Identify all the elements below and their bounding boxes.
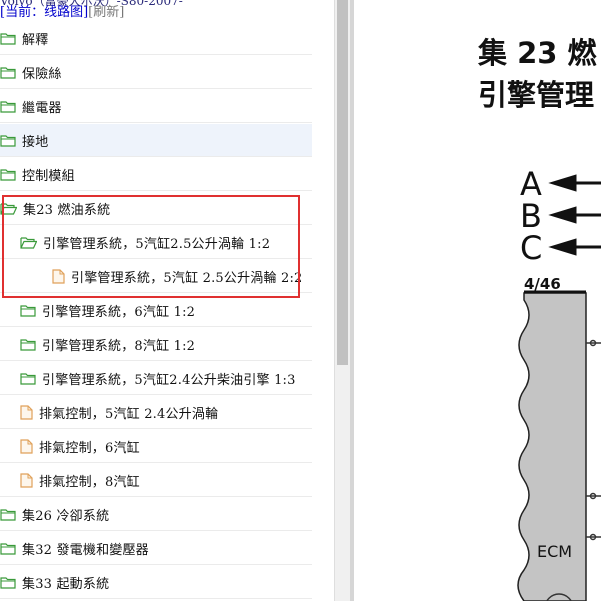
diagram-title-line2: 引擎管理 bbox=[478, 78, 595, 112]
connector-label-b: B bbox=[520, 197, 542, 235]
tree-item[interactable]: 排氣控制，8汽缸 bbox=[0, 464, 312, 497]
selection-highlight-box bbox=[2, 195, 300, 298]
tree-item[interactable]: 排氣控制，5汽缸 2.4公升渦輪 bbox=[0, 396, 312, 429]
tree-item[interactable]: 接地 bbox=[0, 124, 312, 157]
folder-icon bbox=[0, 508, 19, 521]
tree-item-label: 解釋 bbox=[22, 32, 49, 48]
tree-item-label: 接地 bbox=[22, 134, 49, 150]
folder-icon bbox=[0, 100, 19, 113]
arrow-c-head bbox=[548, 238, 577, 256]
tree-item-label: 保險絲 bbox=[22, 66, 62, 82]
document-icon bbox=[20, 438, 36, 454]
tree-item[interactable]: 控制模組 bbox=[0, 158, 312, 191]
folder-icon bbox=[0, 542, 19, 555]
connector-label-a: A bbox=[520, 165, 542, 203]
tree-item[interactable]: 排氣控制，6汽缸 bbox=[0, 430, 312, 463]
diagram-viewer: 集 23 燃 引擎管理 A B C 4/46 ECM bbox=[354, 0, 601, 601]
tree-item-label: 引擎管理系統，6汽缸 1:2 bbox=[42, 304, 196, 320]
pin-stubs bbox=[586, 339, 601, 541]
folder-icon bbox=[20, 338, 39, 351]
arrow-a-head bbox=[548, 174, 577, 192]
tree-item[interactable]: 解釋 bbox=[0, 22, 312, 55]
current-view-link[interactable]: [当前：线路图] bbox=[0, 5, 88, 20]
diagram-title-line1: 集 23 燃 bbox=[478, 36, 597, 70]
tree-item-label: 繼電器 bbox=[22, 100, 62, 116]
folder-icon bbox=[20, 304, 39, 317]
module-label: ECM bbox=[537, 542, 573, 561]
tree-item-label: 集32 發電機和變壓器 bbox=[22, 542, 149, 558]
document-icon bbox=[20, 472, 36, 488]
tree-item[interactable]: 集26 冷卻系統 bbox=[0, 498, 312, 531]
tree-item-label: 集26 冷卻系統 bbox=[22, 508, 110, 524]
folder-icon bbox=[20, 372, 39, 385]
tree-item-label: 引擎管理系統，5汽缸2.4公升柴油引擎 1:3 bbox=[42, 372, 296, 388]
tree-item-label: 集33 起動系統 bbox=[22, 576, 110, 592]
tree-item-label: 排氣控制，8汽缸 bbox=[39, 474, 140, 490]
folder-icon bbox=[0, 168, 19, 181]
pin-label: 4/46 bbox=[524, 275, 561, 293]
tree-item-label: 引擎管理系統，8汽缸 1:2 bbox=[42, 338, 196, 354]
tree-item[interactable]: 引擎管理系統，5汽缸2.4公升柴油引擎 1:3 bbox=[0, 362, 312, 395]
vertical-scrollbar[interactable] bbox=[334, 0, 350, 601]
tree-item-label: 排氣控制，6汽缸 bbox=[39, 440, 140, 456]
folder-icon bbox=[0, 32, 19, 45]
folder-icon bbox=[0, 66, 19, 79]
tree-item[interactable]: 引擎管理系統，8汽缸 1:2 bbox=[0, 328, 312, 361]
tree-item[interactable]: 繼電器 bbox=[0, 90, 312, 123]
tree-item[interactable]: 集33 起動系統 bbox=[0, 566, 312, 599]
tree-item[interactable]: 集32 發電機和變壓器 bbox=[0, 532, 312, 565]
folder-icon bbox=[0, 576, 19, 589]
path-bar: [当前：线路图][刷新] bbox=[0, 5, 124, 21]
tree-item-label: 控制模組 bbox=[22, 168, 75, 184]
arrow-b-head bbox=[548, 206, 577, 224]
connector-arrows bbox=[548, 174, 601, 256]
tree-item[interactable]: 保險絲 bbox=[0, 56, 312, 89]
tree-item-label: 排氣控制，5汽缸 2.4公升渦輪 bbox=[39, 406, 219, 422]
folder-icon bbox=[0, 134, 19, 147]
file-tree-panel: Volvo（富豪大尔沃）-S80-2007- [当前：线路图][刷新] 解釋 保險… bbox=[0, 0, 334, 601]
scrollbar-thumb[interactable] bbox=[337, 0, 348, 365]
refresh-link[interactable]: [刷新] bbox=[88, 5, 124, 20]
tree-item[interactable]: 引擎管理系統，6汽缸 1:2 bbox=[0, 294, 312, 327]
document-icon bbox=[20, 404, 36, 420]
connector-label-c: C bbox=[520, 229, 543, 267]
